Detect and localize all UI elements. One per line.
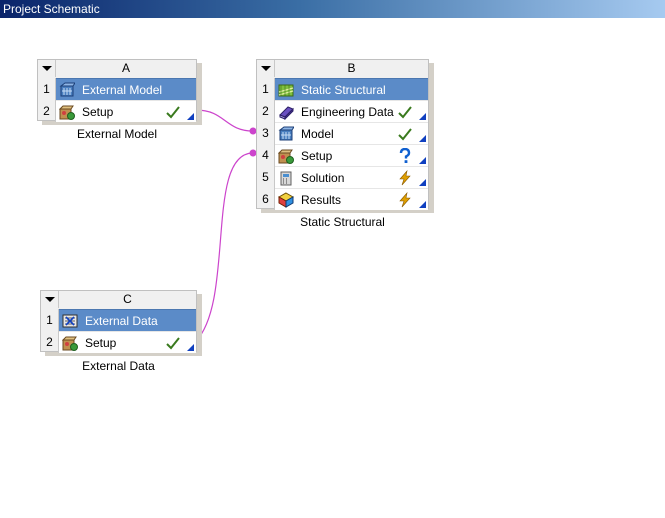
cell-label: Results (301, 193, 342, 207)
external-data-icon (62, 314, 78, 328)
cell-label: Static Structural (301, 83, 386, 97)
corner-indicator (419, 113, 426, 120)
system-caption: External Model (76, 127, 158, 141)
row-number: 1 (257, 78, 275, 100)
row-number: 4 (257, 144, 275, 166)
setup-icon (62, 336, 78, 351)
setup-icon (59, 105, 75, 120)
up-to-date-check-icon (166, 106, 180, 119)
row-number: 1 (38, 78, 56, 100)
cell-label: External Data (85, 314, 158, 328)
system-menu-button[interactable] (41, 291, 59, 308)
row-number: 2 (38, 100, 56, 122)
results-icon (278, 192, 294, 208)
corner-indicator (419, 135, 426, 142)
cell-label: Model (301, 127, 334, 141)
corner-indicator (419, 179, 426, 186)
cell-label: Engineering Data (301, 105, 394, 119)
system-letter: A (121, 61, 130, 75)
engineering-data-icon (279, 106, 294, 120)
cell-static-structural[interactable]: 1 Static Structural (257, 78, 428, 100)
cell-label: Solution (301, 171, 345, 185)
refresh-required-lightning-icon (399, 192, 411, 208)
solution-icon (280, 171, 292, 186)
system-caption: Static Structural (300, 215, 385, 229)
row-number: 6 (257, 188, 275, 210)
cell-setup[interactable]: 2 Setup (38, 100, 196, 122)
cell-label: External Model (82, 83, 163, 97)
system-b[interactable]: B 1 Static Structural 2 Engineering Data… (256, 59, 434, 229)
system-a[interactable]: A 1 External Model 2 Setup External Mode… (37, 59, 202, 141)
system-letter: B (347, 61, 356, 75)
link-a2-to-b3[interactable] (195, 109, 254, 132)
corner-indicator (187, 113, 194, 120)
static-structural-icon (278, 84, 294, 97)
up-to-date-check-icon (166, 337, 180, 350)
row-number: 3 (257, 122, 275, 144)
corner-indicator (187, 344, 194, 351)
system-menu-button[interactable] (38, 60, 56, 77)
cell-label: Setup (301, 149, 333, 163)
cell-solution[interactable]: 5 Solution (257, 166, 428, 188)
cell-setup[interactable]: 4 Setup (257, 144, 428, 166)
row-number: 2 (41, 331, 59, 353)
cell-model[interactable]: 3 Model (257, 122, 428, 144)
model-icon (278, 126, 294, 141)
system-menu-button[interactable] (257, 60, 275, 77)
up-to-date-check-icon (398, 128, 412, 141)
cell-results[interactable]: 6 Results (257, 188, 428, 210)
cell-setup[interactable]: 2 Setup (41, 331, 196, 353)
system-c[interactable]: C 1 External Data 2 Setup External Data (40, 290, 202, 373)
refresh-required-lightning-icon (399, 170, 411, 186)
window-title: Project Schematic (0, 0, 665, 18)
row-number: 2 (257, 100, 275, 122)
system-letter: C (123, 292, 132, 306)
setup-icon (278, 149, 294, 164)
attention-required-question-icon (399, 148, 411, 163)
cell-engineering-data[interactable]: 2 Engineering Data (257, 100, 428, 122)
link-c2-to-b4[interactable] (195, 152, 254, 342)
system-caption: External Data (82, 359, 155, 373)
row-number: 5 (257, 166, 275, 188)
corner-indicator (419, 201, 426, 208)
row-number: 1 (41, 309, 59, 331)
cell-external-model[interactable]: 1 External Model (38, 78, 196, 100)
up-to-date-check-icon (398, 106, 412, 119)
cell-label: Setup (85, 336, 117, 350)
external-model-icon (59, 82, 75, 97)
cell-label: Setup (82, 105, 114, 119)
cell-external-data[interactable]: 1 External Data (41, 309, 196, 331)
corner-indicator (419, 157, 426, 164)
